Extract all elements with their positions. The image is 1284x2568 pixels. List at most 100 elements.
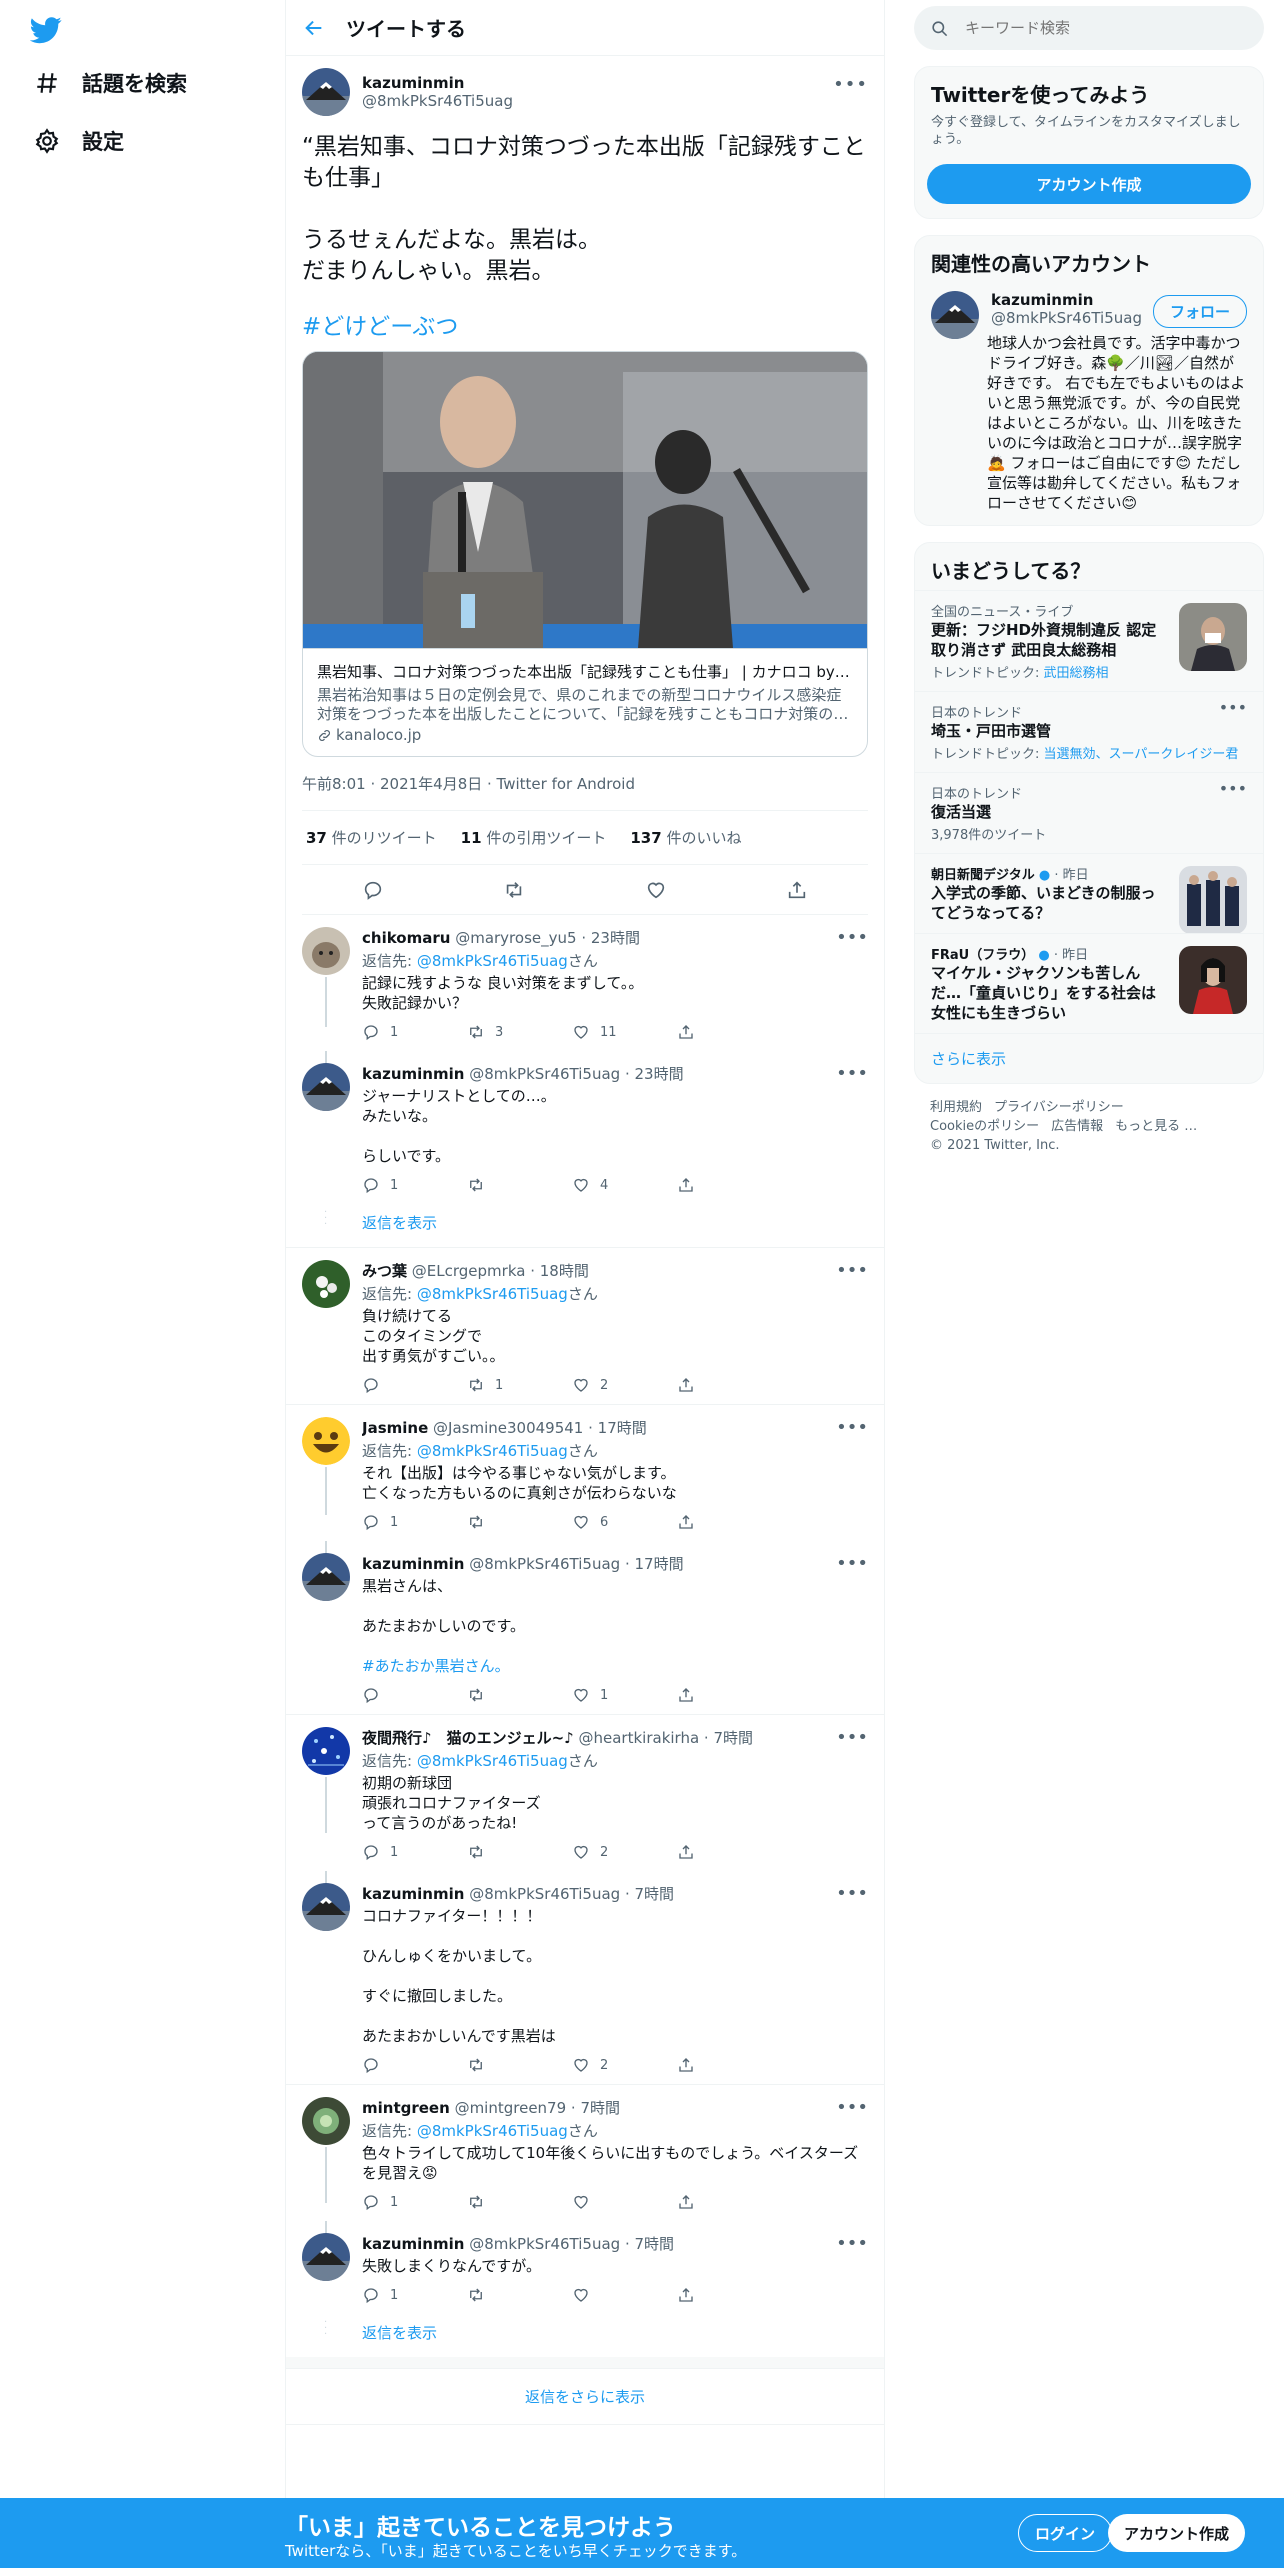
- more-options-icon[interactable]: •••: [836, 1883, 868, 1904]
- trend-sub-links[interactable]: 当選無効、スーパークレイジー君: [1044, 747, 1239, 762]
- like-button[interactable]: 6: [572, 1513, 677, 1531]
- share-button[interactable]: [677, 1376, 782, 1394]
- reply-button[interactable]: 1: [362, 1843, 467, 1861]
- avatar[interactable]: [302, 1260, 350, 1308]
- show-replies-link[interactable]: · · · 返信を表示: [286, 2314, 884, 2357]
- twitter-logo-icon[interactable]: [30, 14, 62, 46]
- retweet-button[interactable]: [467, 1686, 572, 1704]
- share-button[interactable]: [677, 2056, 782, 2074]
- avatar[interactable]: [931, 291, 979, 339]
- retweet-button[interactable]: [467, 1843, 572, 1861]
- trend-sub-links[interactable]: 武田総務相: [1044, 666, 1109, 681]
- more-options-icon[interactable]: •••: [836, 2233, 868, 2254]
- more-options-icon[interactable]: •••: [833, 74, 868, 95]
- reply-button[interactable]: 1: [362, 2286, 467, 2304]
- like-button[interactable]: 4: [572, 1176, 677, 1194]
- avatar[interactable]: [302, 1727, 350, 1775]
- trend-item[interactable]: 日本のトレンド ••• 復活当選 3,978件のツイート: [915, 772, 1263, 853]
- footer-terms[interactable]: 利用規約: [930, 1100, 982, 1115]
- like-button[interactable]: [572, 2193, 677, 2211]
- replying-handle[interactable]: @8mkPkSr46Ti5uag: [417, 1285, 568, 1303]
- retweet-button[interactable]: 3: [467, 1023, 572, 1041]
- like-button[interactable]: 2: [572, 1376, 677, 1394]
- reply-author-name[interactable]: みつ葉: [362, 1262, 407, 1280]
- search-bar[interactable]: [914, 6, 1264, 50]
- more-options-icon[interactable]: •••: [836, 2097, 868, 2118]
- more-options-icon[interactable]: •••: [836, 1063, 868, 1084]
- reply-author-name[interactable]: 夜間飛行♪ 猫のエンジェル~♪: [362, 1729, 574, 1747]
- share-button[interactable]: [677, 1023, 782, 1041]
- footer-privacy[interactable]: プライバシーポリシー: [994, 1100, 1124, 1115]
- more-options-icon[interactable]: •••: [1219, 698, 1247, 717]
- related-account[interactable]: kazuminmin @8mkPkSr46Ti5uag 地球人かつ会社員です。活…: [915, 283, 1263, 525]
- main-tweet-author[interactable]: kazuminmin @8mkPkSr46Ti5uag: [362, 74, 513, 110]
- more-options-icon[interactable]: •••: [836, 1260, 868, 1281]
- reply-tweet[interactable]: kazuminmin @8mkPkSr46Ti5uag · 23時間 ••• ジ…: [286, 1051, 884, 1204]
- reply-time[interactable]: 7時間: [635, 1885, 675, 1903]
- reply-tweet[interactable]: kazuminmin @8mkPkSr46Ti5uag · 17時間 ••• 黒…: [286, 1541, 884, 1715]
- signup-button[interactable]: アカウント作成: [1108, 2514, 1246, 2552]
- quote-count[interactable]: 11 件の引用ツイート: [461, 827, 607, 848]
- share-button[interactable]: [677, 1513, 782, 1531]
- like-button[interactable]: [572, 2286, 677, 2304]
- reply-button[interactable]: [362, 2056, 467, 2074]
- more-options-icon[interactable]: •••: [1219, 779, 1247, 798]
- reply-author-name[interactable]: kazuminmin: [362, 1065, 464, 1083]
- back-arrow-icon[interactable]: [286, 17, 342, 39]
- trend-item[interactable]: 全国のニュース・ライブ 更新：フジHD外資規制違反 認定取り消さず 武田良太総務…: [915, 590, 1263, 691]
- more-options-icon[interactable]: •••: [836, 1727, 868, 1748]
- footer-ads[interactable]: 広告情報: [1051, 1119, 1103, 1134]
- search-input[interactable]: [965, 19, 1225, 37]
- reply-tweet[interactable]: 夜間飛行♪ 猫のエンジェル~♪ @heartkirakirha · 7時間 ••…: [286, 1715, 884, 1871]
- reply-time[interactable]: 17時間: [635, 1555, 684, 1573]
- avatar[interactable]: [302, 2233, 350, 2281]
- tweet-hashtag[interactable]: #どけどーぶつ: [302, 307, 458, 341]
- share-button[interactable]: [677, 1176, 782, 1194]
- reply-tweet[interactable]: kazuminmin @8mkPkSr46Ti5uag · 7時間 ••• 失敗…: [286, 2221, 884, 2314]
- show-replies-link[interactable]: · · · 返信を表示: [286, 1204, 884, 1248]
- retweet-button[interactable]: [467, 2056, 572, 2074]
- like-button[interactable]: 11: [572, 1023, 677, 1041]
- avatar[interactable]: [302, 1063, 350, 1111]
- reply-time[interactable]: 7時間: [713, 1729, 753, 1747]
- reply-icon[interactable]: [362, 879, 384, 901]
- reply-tweet[interactable]: chikomaru @maryrose_yu5 · 23時間 ••• 返信先: …: [286, 915, 884, 1051]
- avatar[interactable]: [302, 1417, 350, 1465]
- share-icon[interactable]: [786, 879, 808, 901]
- reply-time[interactable]: 7時間: [580, 2099, 620, 2117]
- follow-button[interactable]: フォロー: [1152, 295, 1247, 328]
- reply-button[interactable]: [362, 1376, 467, 1394]
- reply-time[interactable]: 17時間: [598, 1419, 647, 1437]
- footer-more[interactable]: もっと見る …: [1115, 1119, 1197, 1134]
- reply-button[interactable]: 1: [362, 1176, 467, 1194]
- like-button[interactable]: 2: [572, 1843, 677, 1861]
- retweet-button[interactable]: [467, 2286, 572, 2304]
- reply-button[interactable]: [362, 1686, 467, 1704]
- tweet-meta[interactable]: 午前8:01 · 2021年4月8日 · Twitter for Android: [302, 773, 868, 811]
- reply-button[interactable]: 1: [362, 2193, 467, 2211]
- replying-handle[interactable]: @8mkPkSr46Ti5uag: [417, 1752, 568, 1770]
- avatar[interactable]: [302, 68, 350, 116]
- nav-explore[interactable]: 話題を検索: [34, 68, 187, 98]
- heart-icon[interactable]: [645, 879, 667, 901]
- like-count[interactable]: 137 件のいいね: [630, 827, 741, 848]
- reply-tweet[interactable]: kazuminmin @8mkPkSr46Ti5uag · 7時間 ••• コロ…: [286, 1871, 884, 2085]
- share-button[interactable]: [677, 2286, 782, 2304]
- reply-button[interactable]: 1: [362, 1513, 467, 1531]
- retweet-button[interactable]: [467, 2193, 572, 2211]
- replying-handle[interactable]: @8mkPkSr46Ti5uag: [417, 2122, 568, 2140]
- reply-author-name[interactable]: kazuminmin: [362, 2235, 464, 2253]
- reply-tweet[interactable]: みつ葉 @ELcrgepmrka · 18時間 ••• 返信先: @8mkPkS…: [286, 1248, 884, 1405]
- avatar[interactable]: [302, 1553, 350, 1601]
- create-account-button[interactable]: アカウント作成: [927, 164, 1251, 204]
- like-button[interactable]: 2: [572, 2056, 677, 2074]
- retweet-button[interactable]: 1: [467, 1376, 572, 1394]
- replying-handle[interactable]: @8mkPkSr46Ti5uag: [417, 1442, 568, 1460]
- trend-item[interactable]: 朝日新聞デジタル ● · 昨日 入学式の季節、いまどきの制服ってどうなってる？: [915, 853, 1263, 934]
- more-options-icon[interactable]: •••: [836, 1553, 868, 1574]
- reply-tweet[interactable]: Jasmine @Jasmine30049541 · 17時間 ••• 返信先:…: [286, 1405, 884, 1541]
- footer-cookie[interactable]: Cookieのポリシー: [930, 1119, 1039, 1134]
- show-more-replies-button[interactable]: 返信をさらに表示: [286, 2369, 884, 2425]
- trend-item[interactable]: FRaU（フラウ） ● · 昨日 マイケル・ジャクソンも苦しんだ…「童貞いじり」…: [915, 933, 1263, 1033]
- avatar[interactable]: [302, 1883, 350, 1931]
